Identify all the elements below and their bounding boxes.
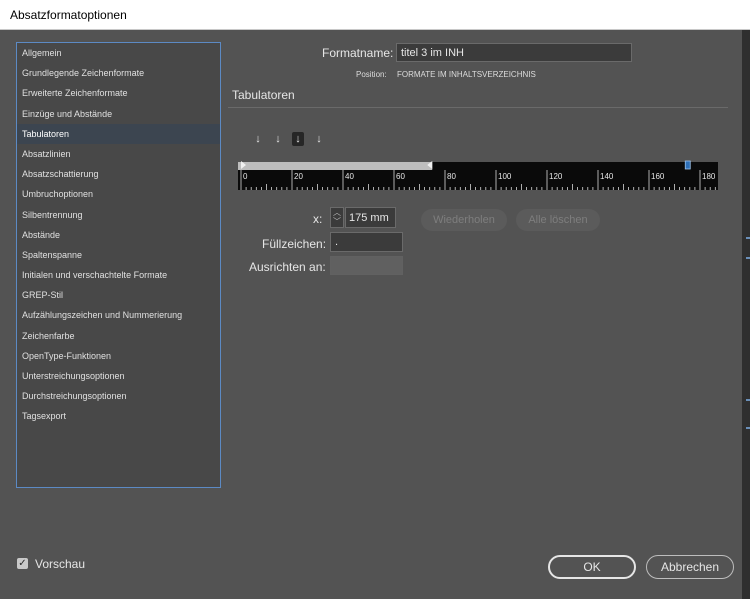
section-divider [228, 107, 728, 108]
right-tab-icon[interactable]: ↓ [292, 132, 304, 146]
stepper-down-icon[interactable]: ﹀ [331, 217, 343, 226]
ruler-tick-label: 60 [396, 172, 405, 181]
sidebar-item[interactable]: Silbentrennung [17, 205, 220, 225]
sidebar-item[interactable]: Absatzlinien [17, 144, 220, 164]
sidebar-item[interactable]: GREP-Stil [17, 285, 220, 305]
format-name-label: Formatname: [322, 46, 394, 60]
position-label: Position: [356, 70, 387, 79]
sidebar-item[interactable]: Durchstreichungsoptionen [17, 386, 220, 406]
x-position-input[interactable] [345, 207, 396, 228]
ruler-tick-label: 40 [345, 172, 354, 181]
stepper-up-icon[interactable]: ︿ [331, 208, 343, 217]
x-position-stepper[interactable]: ︿ ﹀ [330, 207, 344, 228]
repeat-button[interactable]: Wiederholen [421, 209, 507, 231]
ruler-inactive-area [432, 162, 718, 170]
sidebar-item[interactable]: Tabulatoren [17, 123, 220, 144]
title-bar: Absatzformatoptionen [0, 0, 750, 30]
background-window-edge [742, 30, 750, 599]
sidebar-item[interactable]: OpenType-Funktionen [17, 346, 220, 366]
sidebar-item[interactable]: Spaltenspanne [17, 245, 220, 265]
preview-checkbox[interactable]: ✓ [17, 558, 28, 569]
format-name-input[interactable] [396, 43, 632, 62]
sidebar-item[interactable]: Abstände [17, 225, 220, 245]
align-on-input[interactable] [330, 256, 403, 275]
leader-label: Füllzeichen: [262, 237, 327, 251]
ruler-tick-label: 100 [498, 172, 512, 181]
leader-input[interactable] [330, 232, 403, 252]
ruler-tick-label: 0 [243, 172, 248, 181]
dialog-title: Absatzformatoptionen [10, 8, 127, 22]
sidebar-item[interactable]: Initialen und verschachtelte Formate [17, 265, 220, 285]
ruler-tick-label: 180 [702, 172, 716, 181]
section-title: Tabulatoren [232, 88, 295, 102]
cancel-button[interactable]: Abbrechen [646, 555, 734, 579]
ruler-body [238, 170, 718, 190]
sidebar-item[interactable]: Erweiterte Zeichenformate [17, 83, 220, 103]
x-position-label: x: [313, 212, 323, 226]
ruler-tick-label: 20 [294, 172, 303, 181]
sidebar-item[interactable]: Aufzählungszeichen und Nummerierung [17, 305, 220, 325]
decimal-tab-icon[interactable]: ↓ [313, 132, 325, 146]
clear-all-button[interactable]: Alle löschen [516, 209, 600, 231]
sidebar-item[interactable]: Allgemein [17, 43, 220, 63]
sidebar-item[interactable]: Tagsexport [17, 406, 220, 426]
center-tab-icon[interactable]: ↓ [272, 132, 284, 146]
position-value: FORMATE IM INHALTSVERZEICHNIS [397, 70, 536, 79]
tab-ruler[interactable]: 0 20 40 60 80 100 120 140 160 180 [238, 160, 718, 190]
tab-stop-marker[interactable] [684, 160, 691, 170]
sidebar-item[interactable]: Absatzschattierung [17, 164, 220, 184]
left-tab-icon[interactable]: ↓ [252, 132, 264, 146]
ruler-tick-label: 80 [447, 172, 456, 181]
ruler-tick-label: 140 [600, 172, 614, 181]
sidebar-item[interactable]: Unterstreichungsoptionen [17, 366, 220, 386]
sidebar-item[interactable]: Einzüge und Abstände [17, 104, 220, 124]
preview-label[interactable]: Vorschau [35, 557, 85, 571]
ok-button[interactable]: OK [548, 555, 636, 579]
sidebar-item[interactable]: Umbruchoptionen [17, 184, 220, 204]
ruler-tick-label: 160 [651, 172, 665, 181]
sidebar-item[interactable]: Grundlegende Zeichenformate [17, 63, 220, 83]
category-list: Allgemein Grundlegende Zeichenformate Erwe… [16, 42, 221, 488]
sidebar-item[interactable]: Zeichenfarbe [17, 326, 220, 346]
align-on-label: Ausrichten an: [249, 260, 326, 274]
ruler-tick-label: 120 [549, 172, 563, 181]
